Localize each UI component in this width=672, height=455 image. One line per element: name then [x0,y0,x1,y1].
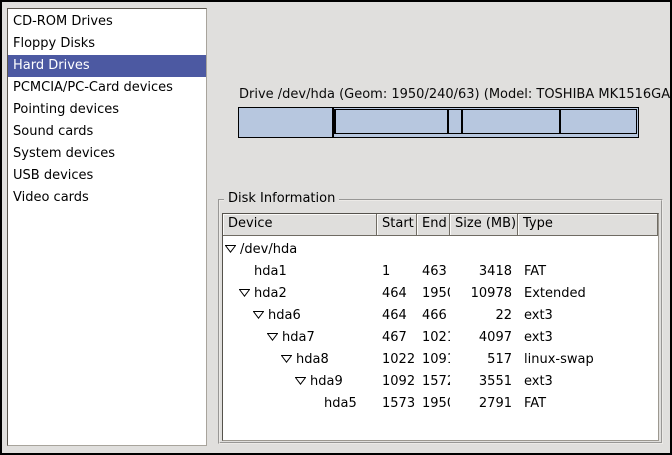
end-cell: 1572 [417,374,450,389]
disk-information-frame: Disk Information DeviceStartEndSize (MB)… [218,199,663,444]
size-cell: 517 [450,352,518,367]
tree-indent [225,315,253,316]
hardware-browser-window: CD-ROM DrivesFloppy DisksHard DrivesPCMC… [0,0,672,455]
table-row-hda2[interactable]: hda2 464195010978Extended [223,282,658,304]
column-header-type[interactable]: Type [518,214,658,236]
table-header-row: DeviceStartEndSize (MB)Type [223,214,658,236]
end-cell: 463 [417,264,450,279]
sidebar-item-pointing-devices[interactable]: Pointing devices [8,99,206,121]
type-cell: ext3 [518,374,658,389]
start-cell: 1573 [377,396,417,411]
device-cell: hda9 [223,374,377,389]
table-row-dev-hda[interactable]: /dev/hda [223,238,658,260]
device-cell: hda8 [223,352,377,367]
tree-indent [225,337,267,338]
device-label: hda9 [310,374,343,389]
type-cell: ext3 [518,308,658,323]
column-header-start[interactable]: Start [377,214,417,236]
device-cell: hda1 [223,264,377,279]
device-label: hda5 [324,396,357,411]
device-category-list: CD-ROM DrivesFloppy DisksHard DrivesPCMC… [7,8,207,446]
size-cell: 2791 [450,396,518,411]
start-cell: 1022 [377,352,417,367]
size-cell: 22 [450,308,518,323]
tree-indent [225,271,239,272]
sidebar-item-usb-devices[interactable]: USB devices [8,165,206,187]
device-label: hda8 [296,352,329,367]
partition-bar [238,107,639,138]
table-row-hda8[interactable]: hda8 10221091517linux-swap [223,348,658,370]
device-label: hda7 [282,330,315,345]
type-cell: linux-swap [518,352,658,367]
type-cell: FAT [518,264,658,279]
end-cell: 1950 [417,286,450,301]
tree-indent [225,293,239,294]
tree-expander-icon[interactable] [253,311,268,319]
end-cell: 1950 [417,396,450,411]
partition-segment-hda5 [560,109,637,134]
tree-expander-icon[interactable] [267,333,282,341]
table-row-hda5[interactable]: hda5 157319502791FAT [223,392,658,414]
start-cell: 464 [377,308,417,323]
end-cell: 1021 [417,330,450,345]
start-cell: 1 [377,264,417,279]
device-label: hda1 [254,264,287,279]
size-cell: 10978 [450,286,518,301]
tree-expander-icon[interactable] [239,289,254,297]
device-cell: hda6 [223,308,377,323]
table-row-hda1[interactable]: hda1 14633418FAT [223,260,658,282]
size-cell: 3551 [450,374,518,389]
tree-expander-icon[interactable] [295,377,310,385]
type-cell: Extended [518,286,658,301]
device-cell: hda7 [223,330,377,345]
end-cell: 466 [417,308,450,323]
sidebar-item-pcmcia-pc-card-devices[interactable]: PCMCIA/PC-Card devices [8,77,206,99]
type-cell: FAT [518,396,658,411]
size-cell: 3418 [450,264,518,279]
start-cell: 1092 [377,374,417,389]
tree-indent [225,359,281,360]
disk-info-table: DeviceStartEndSize (MB)Type /dev/hda hda1… [222,213,659,441]
device-label: hda6 [268,308,301,323]
sidebar-item-video-cards[interactable]: Video cards [8,187,206,209]
partition-segment-hda8 [448,109,462,134]
table-body: /dev/hdahda114633418FAThda2464195010978E… [223,236,658,414]
partition-segment-hda9 [462,109,560,134]
partition-segment-hda7 [335,109,448,134]
start-cell: 467 [377,330,417,345]
tree-indent [225,381,295,382]
tree-expander-icon[interactable] [225,245,240,253]
column-header-size[interactable]: Size (MB) [450,214,518,236]
tree-indent [225,403,309,404]
tree-expander-icon[interactable] [281,355,296,363]
table-row-hda7[interactable]: hda7 46710214097ext3 [223,326,658,348]
size-cell: 4097 [450,330,518,345]
device-cell: hda2 [223,286,377,301]
sidebar-item-sound-cards[interactable]: Sound cards [8,121,206,143]
type-cell: ext3 [518,330,658,345]
disk-information-frame-label: Disk Information [224,190,339,208]
sidebar-item-system-devices[interactable]: System devices [8,143,206,165]
device-label: hda2 [254,286,287,301]
table-row-hda6[interactable]: hda6 46446622ext3 [223,304,658,326]
device-label: /dev/hda [240,242,297,257]
device-cell: hda5 [223,396,377,411]
device-cell: /dev/hda [223,242,377,257]
table-row-hda9[interactable]: hda9 109215723551ext3 [223,370,658,392]
sidebar-item-cd-rom-drives[interactable]: CD-ROM Drives [8,11,206,33]
start-cell: 464 [377,286,417,301]
sidebar-item-hard-drives[interactable]: Hard Drives [8,55,206,77]
column-header-device[interactable]: Device [223,214,377,236]
drive-title: Drive /dev/hda (Geom: 1950/240/63) (Mode… [239,87,672,102]
partition-segment-hda1 [238,107,333,138]
end-cell: 1091 [417,352,450,367]
column-header-end[interactable]: End [417,214,450,236]
sidebar-item-floppy-disks[interactable]: Floppy Disks [8,33,206,55]
